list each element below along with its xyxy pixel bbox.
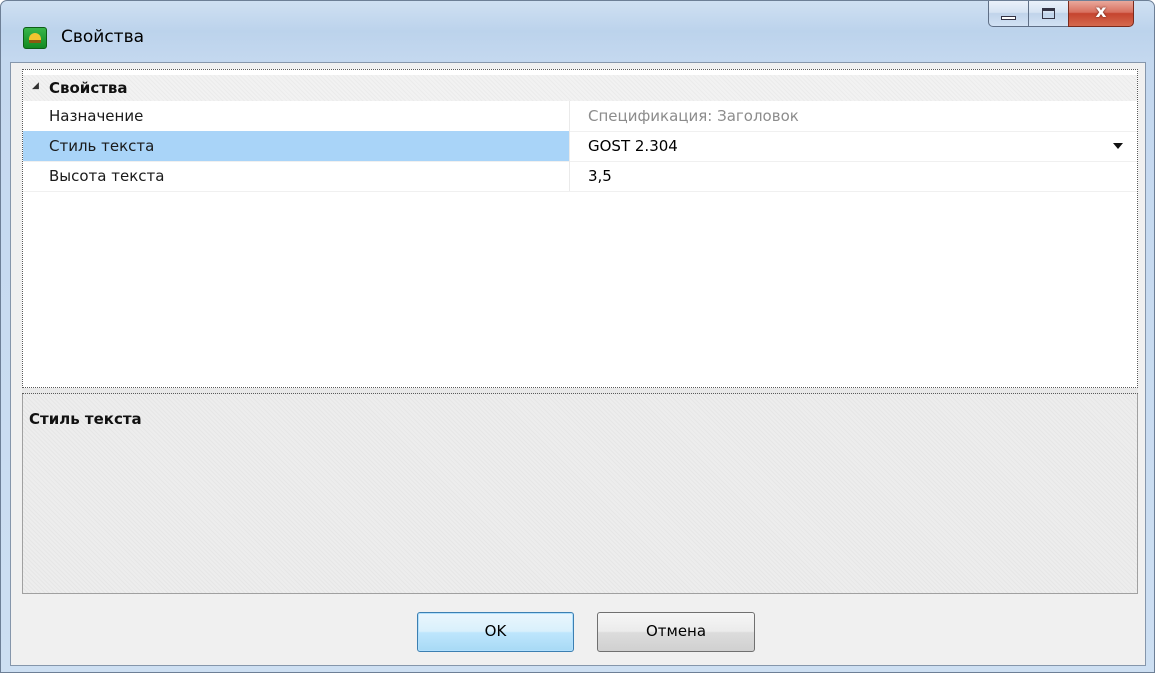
dialog-client-area: ◢ Свойства Назначение Спецификация: Заго…	[10, 62, 1146, 666]
property-name[interactable]: Стиль текста	[23, 131, 569, 161]
maximize-button[interactable]	[1028, 1, 1068, 27]
property-name: Назначение	[49, 107, 144, 125]
collapse-triangle-icon[interactable]: ◢	[32, 81, 39, 91]
description-title: Стиль текста	[29, 410, 142, 428]
dropdown-arrow-icon[interactable]	[1113, 143, 1123, 149]
property-value-readonly: Спецификация: Заголовок	[569, 101, 1137, 131]
app-icon	[23, 27, 47, 49]
description-panel: Стиль текста	[22, 394, 1138, 594]
close-icon: x	[1095, 2, 1107, 22]
category-row[interactable]: ◢ Свойства	[23, 75, 1137, 101]
minimize-icon	[1001, 16, 1016, 20]
property-name: Высота текста	[49, 167, 165, 185]
minimize-button[interactable]	[988, 1, 1028, 27]
category-label: Свойства	[49, 79, 128, 97]
property-grid: ◢ Свойства Назначение Спецификация: Заго…	[22, 69, 1138, 388]
text-height-input[interactable]: 3,5	[569, 161, 1137, 191]
properties-dialog: Свойства x ◢ Свойства Назначение Специфи…	[0, 0, 1155, 673]
ok-button[interactable]: OK	[417, 612, 574, 652]
close-button[interactable]: x	[1068, 1, 1134, 27]
title-bar[interactable]: Свойства x	[1, 1, 1154, 63]
dropdown-selected-value: GOST 2.304	[588, 137, 678, 155]
property-row-purpose[interactable]: Назначение Спецификация: Заголовок	[23, 101, 1137, 132]
cancel-button[interactable]: Отмена	[597, 612, 755, 652]
dialog-footer: OK Отмена	[11, 594, 1145, 665]
property-row-text-height[interactable]: Высота текста 3,5	[23, 161, 1137, 192]
text-style-dropdown[interactable]: GOST 2.304	[569, 131, 1137, 161]
property-row-text-style[interactable]: Стиль текста GOST 2.304	[23, 131, 1137, 162]
maximize-icon	[1042, 8, 1055, 19]
window-title: Свойства	[61, 27, 145, 47]
window-controls: x	[988, 1, 1134, 27]
